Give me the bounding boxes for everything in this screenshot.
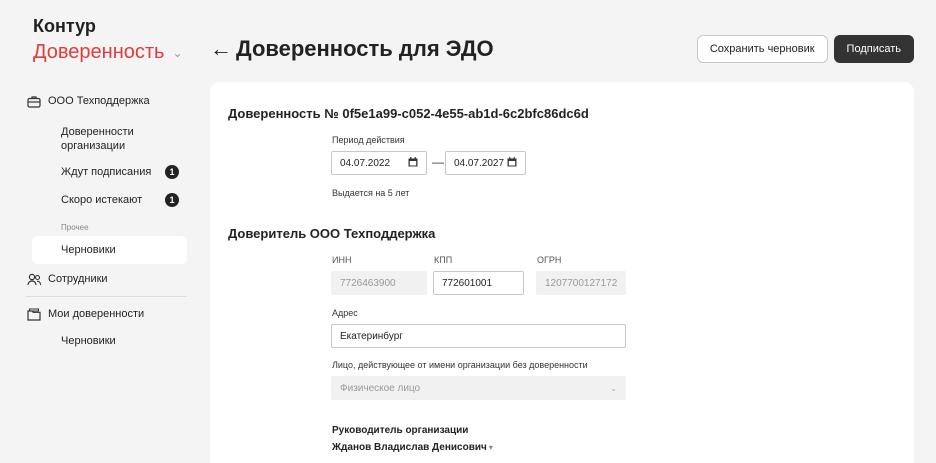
sidebar-item-label: Мои доверенности — [48, 308, 145, 320]
inn-label: ИНН — [332, 255, 352, 265]
sidebar-item-label: Черновики — [61, 335, 116, 347]
kpp-value: 772601001 — [442, 277, 493, 289]
save-draft-button[interactable]: Сохранить черновик — [696, 35, 828, 63]
date-to-field[interactable]: 04.07.2027 — [445, 151, 526, 175]
sidebar-item-awaiting-signature[interactable]: Ждут подписания 1 — [26, 158, 187, 186]
head-value: Жданов Владислав Денисович — [332, 442, 487, 453]
product-switcher[interactable]: Доверенность ⌄ — [33, 37, 183, 66]
sign-button[interactable]: Подписать — [833, 35, 914, 63]
address-label: Адрес — [332, 308, 358, 318]
sidebar-item-expiring-soon[interactable]: Скоро истекают 1 — [26, 186, 187, 214]
poa-number-title: Доверенность № 0f5e1a99-c052-4e55-ab1d-6… — [228, 106, 589, 121]
inn-value: 7726463900 — [340, 277, 396, 289]
period-label: Период действия — [332, 135, 405, 145]
chevron-down-icon: ⌄ — [610, 383, 617, 393]
people-icon — [26, 271, 42, 287]
sidebar-item-label: Скоро истекают — [61, 194, 143, 206]
date-from-field[interactable]: 04.07.2022 — [331, 151, 427, 175]
acting-person-value: Физическое лицо — [340, 382, 421, 394]
form-card: Доверенность № 0f5e1a99-c052-4e55-ab1d-6… — [210, 82, 914, 463]
date-from-value: 04.07.2022 — [340, 157, 391, 169]
sidebar-item-my-drafts[interactable]: Черновики — [26, 327, 187, 355]
sidebar-item-my-poa[interactable]: Мои доверенности — [26, 301, 187, 327]
sidebar-item-label: Черновики — [61, 244, 116, 256]
sidebar-item-org-poa[interactable]: Доверенности организации — [26, 120, 187, 158]
period-hint: Выдается на 5 лет — [332, 188, 410, 198]
sidebar-nav: ООО Техподдержка Доверенности организаци… — [26, 88, 187, 355]
kpp-field[interactable]: 772601001 — [433, 271, 524, 295]
header-actions: Сохранить черновик Подписать — [696, 35, 914, 63]
count-badge: 1 — [165, 165, 179, 179]
sidebar-item-org[interactable]: ООО Техподдержка — [26, 88, 187, 114]
kpp-label: КПП — [434, 255, 453, 265]
sidebar-item-drafts[interactable]: Черновики — [32, 236, 187, 264]
count-badge: 1 — [165, 193, 179, 207]
ogrn-label: ОГРН — [537, 255, 562, 265]
head-label: Руководитель организации — [332, 425, 469, 436]
folder-icon — [26, 306, 42, 322]
principal-title: Доверитель ООО Техподдержка — [228, 226, 436, 241]
calendar-icon[interactable] — [507, 156, 517, 170]
sidebar-item-label: Ждут подписания — [61, 166, 152, 178]
period-dash: — — [432, 155, 444, 169]
head-select[interactable]: Жданов Владислав Денисович ▾ — [332, 442, 493, 453]
page-header: ← Доверенность для ЭДО Сохранить чернови… — [210, 33, 914, 65]
ogrn-field: 1207700127172 — [536, 271, 626, 295]
calendar-icon[interactable] — [408, 156, 418, 170]
sidebar-caption-other: Прочее — [61, 223, 89, 232]
brand: Контур Доверенность ⌄ — [33, 15, 183, 66]
sidebar-item-label: ООО Техподдержка — [48, 95, 150, 107]
acting-person-select: Физическое лицо ⌄ — [331, 376, 626, 400]
brand-name: Контур — [33, 16, 96, 36]
sidebar-item-employees[interactable]: Сотрудники — [26, 266, 187, 292]
address-field[interactable]: Екатеринбург — [331, 324, 626, 348]
briefcase-icon — [26, 93, 42, 109]
sidebar: Контур Доверенность ⌄ ООО Техподдержка Д… — [0, 0, 200, 463]
sidebar-divider — [26, 296, 187, 297]
address-value: Екатеринбург — [340, 330, 403, 342]
back-arrow-icon[interactable]: ← — [210, 38, 232, 60]
page-title: Доверенность для ЭДО — [236, 36, 494, 61]
ogrn-value: 1207700127172 — [545, 277, 618, 289]
date-to-value: 04.07.2027 — [454, 157, 505, 169]
chevron-down-icon: ⌄ — [172, 46, 183, 60]
sidebar-item-label: Сотрудники — [48, 273, 108, 285]
acting-person-label: Лицо, действующее от имени организации б… — [332, 360, 588, 370]
sidebar-item-label: Доверенности организации — [61, 126, 134, 152]
product-name: Доверенность — [33, 40, 165, 63]
chevron-down-icon: ▾ — [488, 443, 493, 452]
inn-field: 7726463900 — [331, 271, 427, 295]
